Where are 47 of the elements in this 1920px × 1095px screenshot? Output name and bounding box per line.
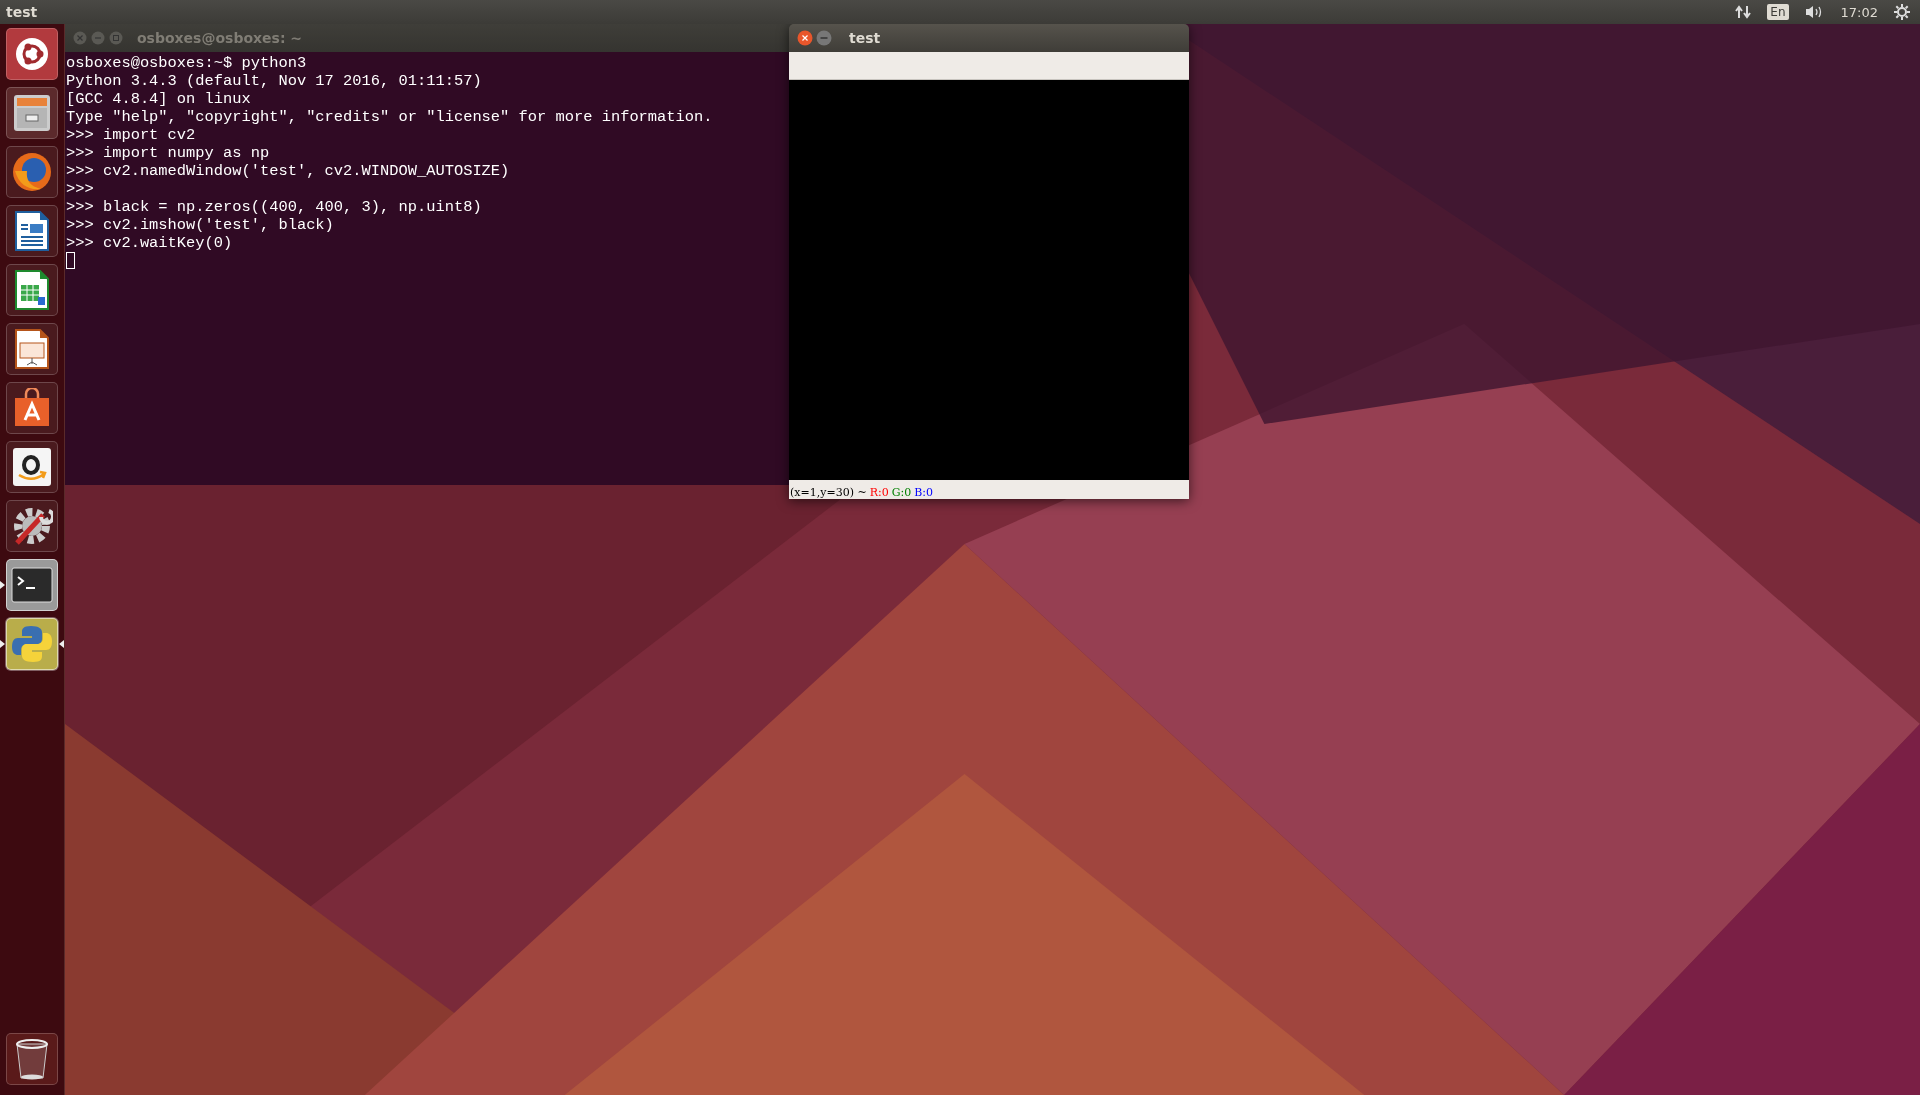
status-text: G:0 [891, 486, 912, 499]
settings-button[interactable] [6, 500, 58, 552]
shopping-bag-icon [12, 388, 52, 428]
shopping-button[interactable] [6, 441, 58, 493]
status-text: B:0 [914, 486, 933, 499]
trash-icon [14, 1038, 50, 1080]
terminal-icon [11, 567, 53, 603]
presentation-button[interactable] [6, 323, 58, 375]
document-icon [14, 210, 50, 252]
terminal-line: >>> cv2.imshow('test', black) [66, 216, 335, 234]
globe-icon [11, 151, 53, 193]
close-button[interactable] [797, 30, 813, 46]
clock[interactable]: 17:02 [1840, 4, 1878, 20]
browser-button[interactable] [6, 146, 58, 198]
network-icon[interactable] [1735, 4, 1752, 20]
terminal-line: >>> cv2.namedWindow('test', cv2.WINDOW_AUTOSIZE) [66, 162, 511, 180]
wrench-gear-icon [11, 505, 53, 547]
terminal-line: >>> import cv2 [66, 126, 197, 144]
window-title: test [6, 4, 38, 20]
python-button[interactable] [6, 618, 58, 670]
keyboard-indicator[interactable]: En [1767, 4, 1789, 20]
terminal-line: [GCC 4.8.4] on linux [66, 90, 252, 108]
terminal-button[interactable] [6, 559, 58, 611]
spreadsheet-button[interactable] [6, 264, 58, 316]
trash-button[interactable] [6, 1033, 58, 1085]
window-title: test [849, 30, 881, 46]
files-button[interactable] [6, 87, 58, 139]
file-cabinet-icon [12, 93, 52, 133]
dash-button[interactable] [6, 28, 58, 80]
terminal-line: osboxes@osboxes:~$ python3 [66, 54, 308, 72]
window-title: osboxes@osboxes: ~ [137, 30, 303, 46]
terminal-line: >>> cv2.waitKey(0) [66, 234, 234, 252]
circle-logo-icon [15, 37, 49, 71]
terminal-line: Type "help", "copyright", "credits" or "license" for more information. [66, 108, 714, 126]
terminal-line: Python 3.4.3 (default, Nov 17 2016, 01:11:57) [66, 72, 483, 90]
twin-snake-icon [11, 623, 53, 665]
settings-icon[interactable] [1894, 4, 1910, 20]
software-button[interactable] [6, 382, 58, 434]
presentation-icon [14, 328, 50, 370]
terminal-line: >>> black = np.zeros((400, 400, 3), np.uint8) [66, 198, 483, 216]
writer-button[interactable] [6, 205, 58, 257]
spreadsheet-icon [14, 269, 50, 311]
status-text: (x=1,y=30) ~ [790, 486, 867, 499]
terminal-line: >>> import numpy as np [66, 144, 271, 162]
text-cursor [66, 252, 75, 269]
terminal-line: >>> [66, 180, 95, 198]
status-text: R:0 [869, 486, 889, 499]
